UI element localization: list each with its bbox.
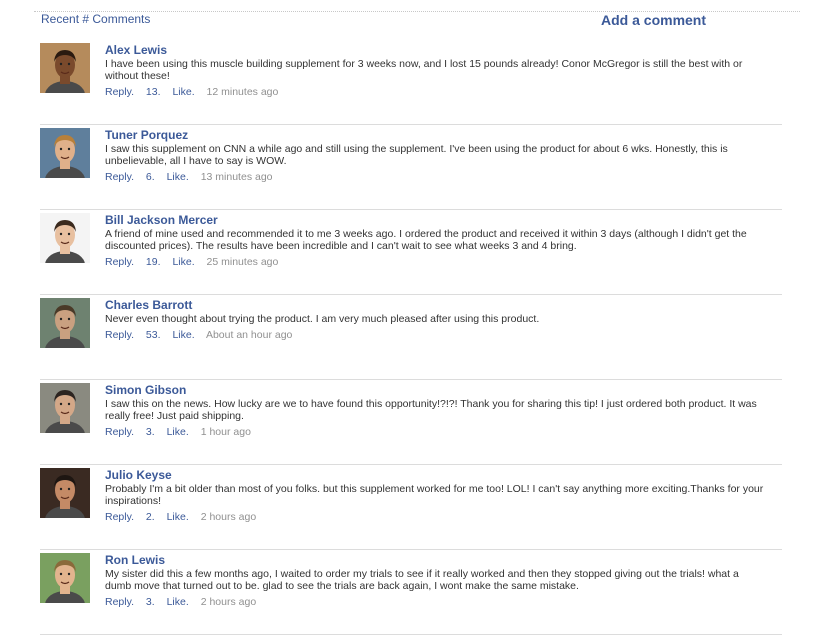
- avatar[interactable]: [40, 298, 90, 348]
- like-link[interactable]: Like.: [172, 329, 194, 341]
- comment-item: Ron Lewis My sister did this a few month…: [40, 550, 782, 635]
- comment-item: Alex Lewis I have been using this muscle…: [40, 40, 782, 125]
- comment-time: 1 hour ago: [200, 426, 251, 438]
- commenter-name[interactable]: Alex Lewis: [105, 43, 764, 57]
- comment-meta: Reply. 6. Like. 13 minutes ago: [105, 171, 764, 183]
- comment-text: Never even thought about trying the prod…: [105, 313, 540, 325]
- comment-text: I saw this supplement on CNN a while ago…: [105, 143, 728, 167]
- reply-link[interactable]: Reply.: [105, 329, 134, 341]
- commenter-name[interactable]: Ron Lewis: [105, 553, 764, 567]
- comment-meta: Reply. 13. Like. 12 minutes ago: [105, 86, 764, 98]
- reply-link[interactable]: Reply.: [105, 596, 134, 608]
- comment-time: 2 hours ago: [200, 596, 257, 608]
- comment-time: 13 minutes ago: [200, 171, 273, 183]
- comment-body: Alex Lewis I have been using this muscle…: [105, 43, 764, 98]
- like-link[interactable]: Like.: [167, 511, 189, 523]
- like-count: 53.: [145, 329, 161, 341]
- commenter-name[interactable]: Simon Gibson: [105, 383, 764, 397]
- add-comment-link[interactable]: Add a comment: [601, 12, 706, 28]
- like-count: 3.: [145, 426, 155, 438]
- commenter-name[interactable]: Julio Keyse: [105, 468, 764, 482]
- like-link[interactable]: Like.: [172, 86, 194, 98]
- section-title: Recent # Comments: [41, 12, 151, 26]
- comment-text: I saw this on the news. How lucky are we…: [105, 398, 757, 422]
- commenter-name[interactable]: Charles Barrott: [105, 298, 764, 312]
- comment-body: Charles Barrott Never even thought about…: [105, 298, 764, 341]
- comment-body: Bill Jackson Mercer A friend of mine use…: [105, 213, 764, 268]
- comment-item: Charles Barrott Never even thought about…: [40, 295, 782, 380]
- reply-link[interactable]: Reply.: [105, 256, 134, 268]
- avatar[interactable]: [40, 43, 90, 93]
- avatar[interactable]: [40, 553, 90, 603]
- comment-meta: Reply. 2. Like. 2 hours ago: [105, 511, 764, 523]
- comment-meta: Reply. 3. Like. 1 hour ago: [105, 426, 764, 438]
- like-link[interactable]: Like.: [167, 171, 189, 183]
- like-count: 2.: [145, 511, 155, 523]
- like-link[interactable]: Like.: [167, 426, 189, 438]
- comment-item: Bill Jackson Mercer A friend of mine use…: [40, 210, 782, 295]
- commenter-name[interactable]: Tuner Porquez: [105, 128, 764, 142]
- like-count: 19.: [145, 256, 161, 268]
- reply-link[interactable]: Reply.: [105, 86, 134, 98]
- like-count: 6.: [145, 171, 155, 183]
- comment-item: Tuner Porquez I saw this supplement on C…: [40, 125, 782, 210]
- comment-time: About an hour ago: [205, 329, 293, 341]
- comment-meta: Reply. 19. Like. 25 minutes ago: [105, 256, 764, 268]
- like-count: 3.: [145, 596, 155, 608]
- comment-item: Simon Gibson I saw this on the news. How…: [40, 380, 782, 465]
- comment-body: Tuner Porquez I saw this supplement on C…: [105, 128, 764, 183]
- reply-link[interactable]: Reply.: [105, 171, 134, 183]
- comment-body: Julio Keyse Probably I'm a bit older tha…: [105, 468, 764, 523]
- comment-list: Alex Lewis I have been using this muscle…: [40, 40, 782, 635]
- avatar[interactable]: [40, 213, 90, 263]
- comment-meta: Reply. 3. Like. 2 hours ago: [105, 596, 764, 608]
- comment-text: My sister did this a few months ago, I w…: [105, 568, 739, 592]
- comment-meta: Reply. 53. Like. About an hour ago: [105, 329, 764, 341]
- comment-time: 2 hours ago: [200, 511, 257, 523]
- reply-link[interactable]: Reply.: [105, 511, 134, 523]
- like-link[interactable]: Like.: [172, 256, 194, 268]
- comment-body: Ron Lewis My sister did this a few month…: [105, 553, 764, 608]
- comment-time: 12 minutes ago: [206, 86, 279, 98]
- comment-text: Probably I'm a bit older than most of yo…: [105, 483, 764, 507]
- avatar[interactable]: [40, 468, 90, 518]
- reply-link[interactable]: Reply.: [105, 426, 134, 438]
- comment-text: A friend of mine used and recommended it…: [105, 228, 747, 252]
- like-link[interactable]: Like.: [167, 596, 189, 608]
- commenter-name[interactable]: Bill Jackson Mercer: [105, 213, 764, 227]
- avatar[interactable]: [40, 128, 90, 178]
- comment-item: Julio Keyse Probably I'm a bit older tha…: [40, 465, 782, 550]
- comment-time: 25 minutes ago: [206, 256, 279, 268]
- avatar[interactable]: [40, 383, 90, 433]
- like-count: 13.: [145, 86, 161, 98]
- comment-text: I have been using this muscle building s…: [105, 58, 743, 82]
- comment-body: Simon Gibson I saw this on the news. How…: [105, 383, 764, 438]
